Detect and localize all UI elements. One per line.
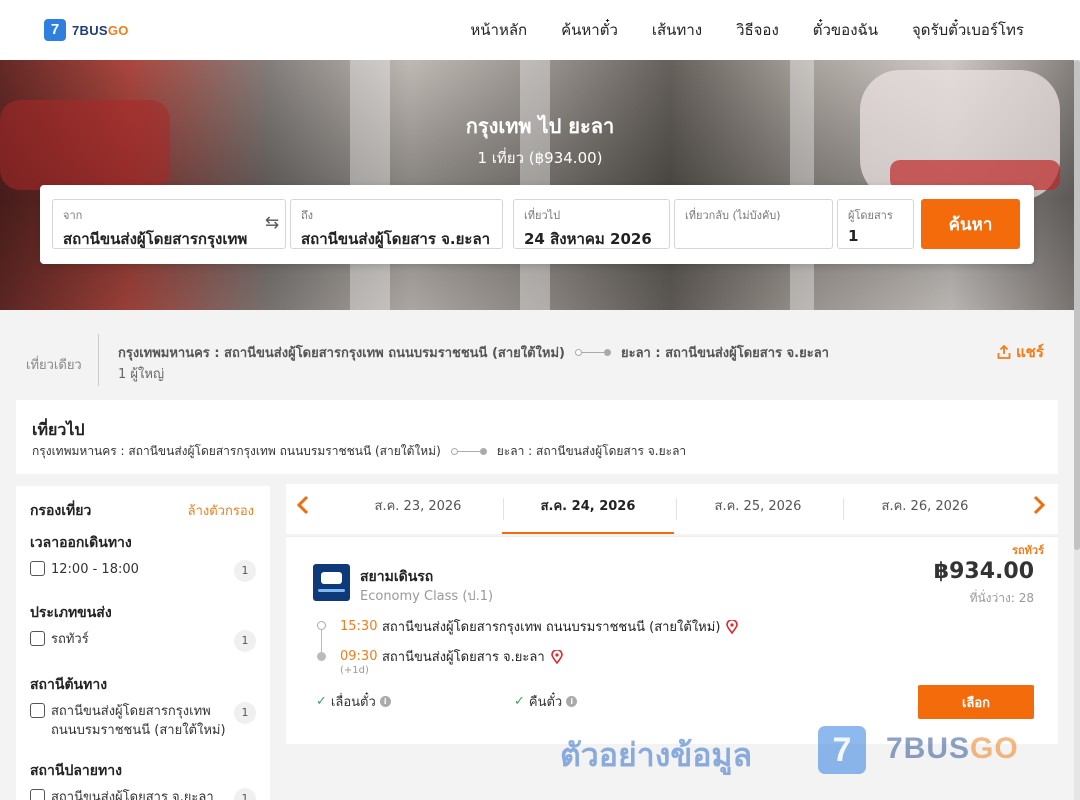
next-day-indicator: (+1d) (340, 665, 369, 676)
checkbox[interactable] (30, 561, 45, 576)
filter-panel: กรองเที่ยว ล้างตัวกรอง เวลาออกเดินทาง 12… (16, 486, 270, 800)
info-icon[interactable]: i (379, 696, 391, 707)
return-date-field[interactable]: เที่ยวกลับ (ไม่บังคับ) (674, 199, 833, 249)
watermark-logo-icon: 7 (818, 726, 866, 774)
share-button[interactable]: แชร์ (996, 340, 1044, 364)
nav-pickup-points[interactable]: จุดรับตั๋วเบอร์โทร (912, 18, 1024, 42)
map-pin-icon[interactable] (550, 649, 563, 664)
watermark-brand: 7BUSGO (886, 732, 1019, 765)
filter-section-title: สถานีปลายทาง (30, 763, 122, 779)
page-scrollbar[interactable] (1074, 60, 1080, 800)
timeline-start-dot (317, 621, 326, 630)
nav-my-tickets[interactable]: ตั๋วของฉัน (813, 18, 878, 42)
route-line-icon (574, 349, 611, 356)
outbound-title: เที่ยวไป (32, 420, 85, 439)
nav-home[interactable]: หน้าหลัก (470, 18, 527, 42)
depart-date-field[interactable]: เที่ยวไป 24 สิงหาคม 2026 (513, 199, 670, 249)
operator-logo (313, 564, 350, 601)
checkbox[interactable] (30, 703, 45, 718)
filter-section-title: ประเภทขนส่ง (30, 605, 112, 621)
route-title: กรุงเทพ ไป ยะลา (465, 114, 615, 138)
date-tab[interactable]: ส.ค. 25, 2026 (672, 484, 844, 534)
departure-time: 15:30 (340, 619, 378, 634)
logo-mark-icon: 7 (44, 19, 66, 41)
main-nav: หน้าหลัก ค้นหาตั๋ว เส้นทาง วิธีจอง ตั๋วข… (470, 0, 1024, 60)
info-icon[interactable]: i (566, 696, 578, 707)
count-badge: 1 (234, 702, 256, 724)
passenger-value: 1 (848, 227, 859, 245)
prev-date-arrow-icon[interactable] (296, 494, 310, 522)
search-button[interactable]: ค้นหา (921, 199, 1020, 249)
transport-type-tag: รถทัวร์ (1012, 544, 1044, 557)
date-tab[interactable]: ส.ค. 26, 2026 (839, 484, 1011, 534)
departure-station: สถานีขนส่งผู้โดยสารกรุงเทพ ถนนบรมราชชนนี… (382, 620, 721, 635)
timeline-end-dot (317, 652, 326, 661)
filter-option-destination-station[interactable]: สถานีขนส่งผู้โดยสาร จ.ยะลา 1 (30, 788, 256, 800)
outbound-route: กรุงเทพมหานคร : สถานีขนส่งผู้โดยสารกรุงเ… (32, 444, 687, 458)
feature-change-ticket: ✓ เลื่อนตั๋ว i (316, 691, 391, 712)
seats-available: ที่นั่งว่าง: 28 (969, 591, 1034, 605)
arrival-time: 09:30 (340, 649, 378, 664)
next-date-arrow-icon[interactable] (1032, 494, 1046, 522)
trip-type: เที่ยวเดียว (26, 358, 82, 373)
logo-text: 7BUSGO (72, 22, 129, 38)
check-icon: ✓ (514, 694, 525, 709)
departure-stop: 15:30 สถานีขนส่งผู้โดยสารกรุงเทพ ถนนบรมร… (340, 616, 739, 637)
date-tab-active[interactable]: ส.ค. 24, 2026 (502, 484, 674, 534)
top-navigation-bar: 7 7BUSGO หน้าหลัก ค้นหาตั๋ว เส้นทาง วิธี… (0, 0, 1080, 60)
to-field[interactable]: ถึง สถานีขนส่งผู้โดยสาร จ.ยะลา (290, 199, 503, 249)
depart-date-value: 24 สิงหาคม 2026 (524, 230, 652, 248)
filter-option-transport-type[interactable]: รถทัวร์ 1 (30, 630, 256, 652)
filter-option-origin-station[interactable]: สถานีขนส่งผู้โดยสารกรุงเทพ ถนนบรมราชชนนี… (30, 702, 256, 740)
clear-filters-link[interactable]: ล้างตัวกรอง (188, 500, 254, 521)
share-icon (997, 344, 1011, 359)
feature-refund-ticket: ✓ คืนตั๋ว i (514, 691, 578, 712)
swap-icon[interactable]: ⇆ (262, 213, 282, 233)
filter-section-title: สถานีต้นทาง (30, 677, 108, 693)
check-icon: ✓ (316, 694, 327, 709)
filter-title: กรองเที่ยว (30, 503, 92, 519)
checkbox[interactable] (30, 631, 45, 646)
select-trip-button[interactable]: เลือก (918, 685, 1034, 719)
sample-data-watermark: ตัวอย่างข้อมูล (560, 736, 753, 774)
filter-option-departure-time[interactable]: 12:00 - 18:00 1 (30, 560, 256, 582)
nav-routes[interactable]: เส้นทาง (652, 18, 702, 42)
outbound-section-header: เที่ยวไป กรุงเทพมหานคร : สถานีขนส่งผู้โด… (16, 400, 1058, 474)
arrival-station: สถานีขนส่งผู้โดยสาร จ.ยะลา (382, 650, 545, 665)
filter-section-title: เวลาออกเดินทาง (30, 535, 132, 551)
bus-icon (321, 572, 342, 584)
count-badge: 1 (234, 560, 256, 582)
date-tab[interactable]: ส.ค. 23, 2026 (332, 484, 504, 534)
date-selector: ส.ค. 23, 2026 ส.ค. 24, 2026 ส.ค. 25, 202… (286, 484, 1058, 534)
checkbox[interactable] (30, 789, 45, 800)
ticket-price: ฿934.00 (933, 559, 1034, 584)
trip-summary: เที่ยวเดียว กรุงเทพมหานคร : สถานีขนส่งผู… (0, 310, 1080, 396)
nav-search-tickets[interactable]: ค้นหาตั๋ว (561, 18, 618, 42)
summary-route: กรุงเทพมหานคร : สถานีขนส่งผู้โดยสารกรุงเ… (118, 346, 829, 361)
arrival-stop: 09:30 สถานีขนส่งผู้โดยสาร จ.ยะลา (340, 646, 563, 667)
route-subtitle: 1 เที่ยว (฿934.00) (477, 149, 603, 167)
passenger-field[interactable]: ผู้โดยสาร 1 (837, 199, 914, 249)
trip-result-card: รถทัวร์ สยามเดินรถ Economy Class (ป.1) ฿… (286, 536, 1058, 744)
scrollbar-thumb[interactable] (1074, 60, 1080, 550)
nav-how-to-book[interactable]: วิธีจอง (736, 18, 779, 42)
from-value: สถานีขนส่งผู้โดยสารกรุงเทพ (63, 230, 248, 248)
summary-passengers: 1 ผู้ใหญ่ (118, 367, 165, 382)
to-value: สถานีขนส่งผู้โดยสาร จ.ยะลา (301, 230, 491, 248)
route-line-icon (450, 448, 487, 455)
count-badge: 1 (234, 630, 256, 652)
brand-logo[interactable]: 7 7BUSGO (44, 19, 129, 41)
from-field[interactable]: จาก สถานีขนส่งผู้โดยสารกรุงเทพ (52, 199, 286, 249)
count-badge: 1 (234, 788, 256, 800)
search-form: จาก สถานีขนส่งผู้โดยสารกรุงเทพ ⇆ ถึง สถา… (40, 185, 1034, 264)
service-class: Economy Class (ป.1) (360, 589, 494, 604)
map-pin-icon[interactable] (726, 619, 739, 634)
